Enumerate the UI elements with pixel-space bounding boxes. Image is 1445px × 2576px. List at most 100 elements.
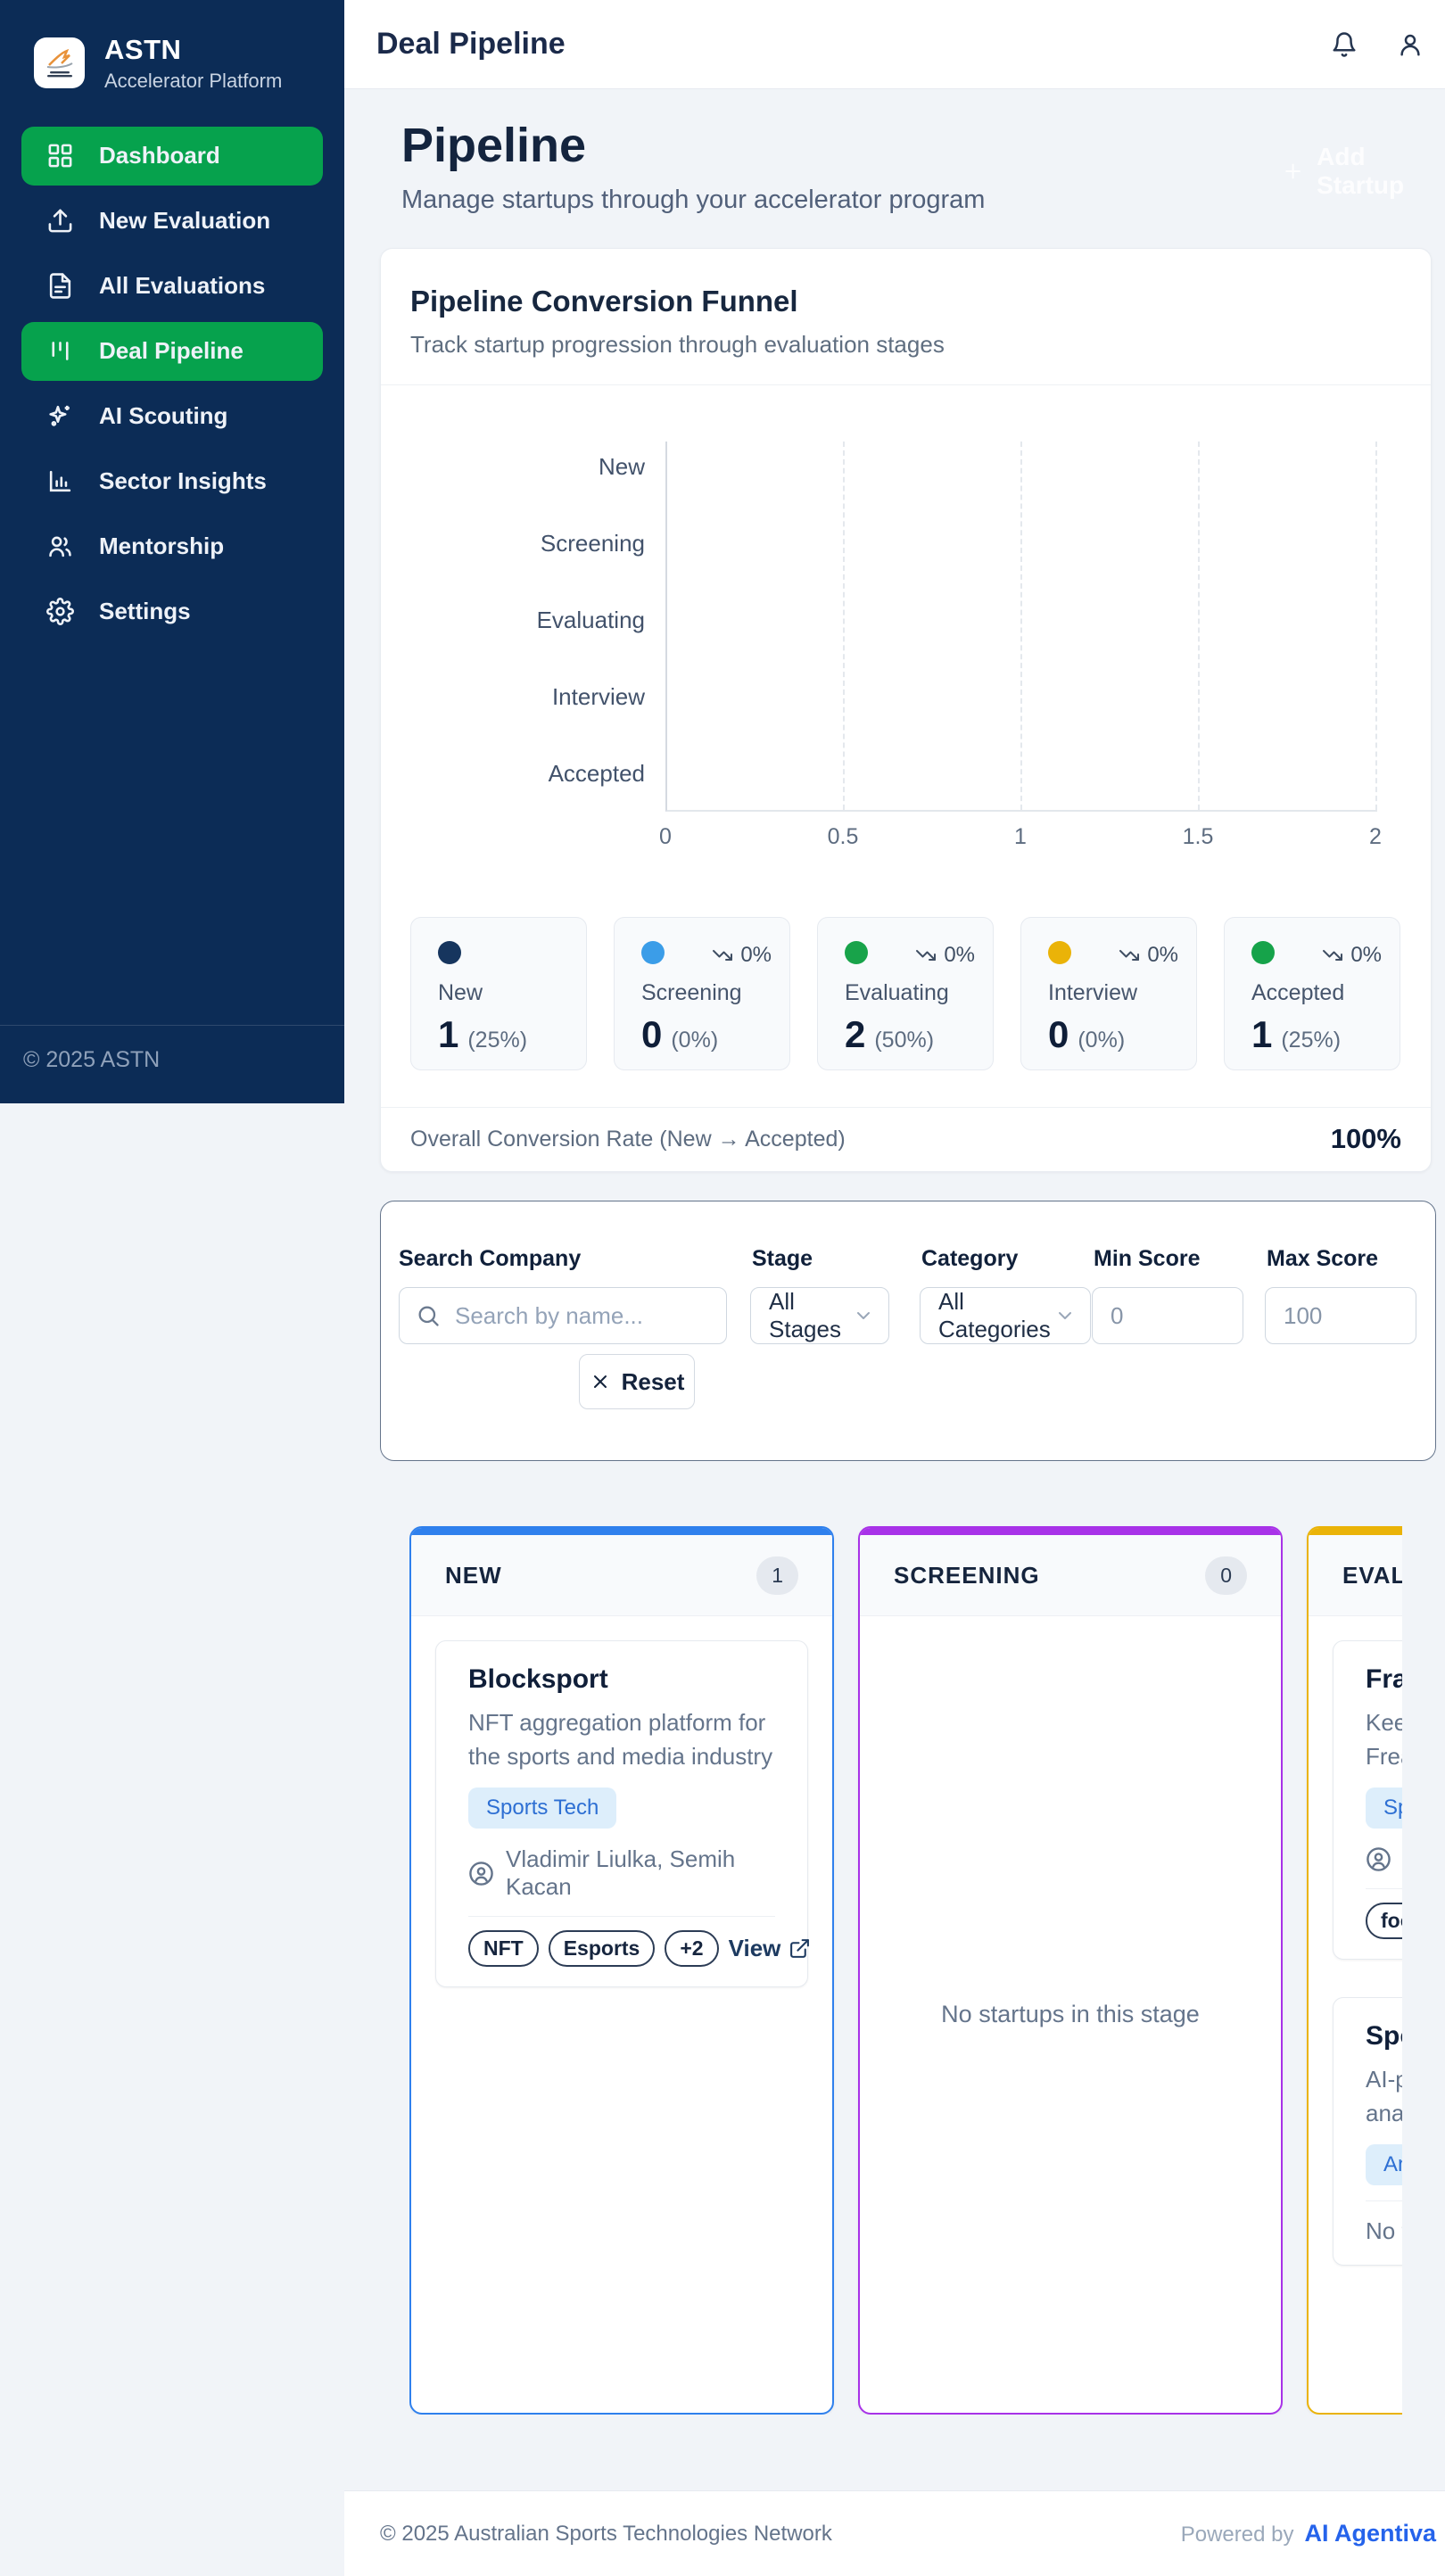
stage-color-dot <box>641 941 665 964</box>
kanban-column-screening: SCREENING 0 No startups in this stage <box>858 1526 1283 2415</box>
stage-select[interactable]: All Stages <box>750 1287 889 1344</box>
sidebar-item-settings[interactable]: Settings <box>21 582 323 641</box>
trending-down-icon <box>1119 945 1140 966</box>
category-select[interactable]: All Categories <box>920 1287 1091 1344</box>
stage-color-dot <box>845 941 868 964</box>
category-badge: Sports Tech <box>468 1788 616 1829</box>
gridline <box>1375 442 1377 810</box>
stage-color-dot <box>1251 941 1275 964</box>
sidebar-item-all-evaluations[interactable]: All Evaluations <box>21 257 323 316</box>
sidebar-item-label: AI Scouting <box>99 402 227 430</box>
user-icon[interactable] <box>1397 31 1424 58</box>
header-title: Deal Pipeline <box>376 27 566 62</box>
search-company-field <box>399 1287 727 1344</box>
startup-card-blocksport[interactable]: Blocksport NFT aggregation platform for … <box>435 1640 808 1987</box>
stat-percent: (25%) <box>1281 1028 1341 1053</box>
min-score-field <box>1092 1287 1243 1344</box>
stage-stats-row: New 1(25%) 0% Screening 0(0%) 0% Evaluat… <box>410 917 1400 1070</box>
max-score-label: Max Score <box>1267 1246 1378 1272</box>
plus-icon <box>1282 159 1304 184</box>
brand-tagline: Accelerator Platform <box>104 70 282 93</box>
no-tags-text: No ta <box>1366 2217 1402 2245</box>
add-startup-label: Add Startup <box>1317 143 1445 200</box>
search-input[interactable] <box>400 1288 726 1343</box>
footer-copyright: © 2025 Australian Sports Technologies Ne… <box>380 2522 832 2547</box>
x-axis-tick: 2 <box>1340 824 1411 850</box>
sidebar-item-label: Settings <box>99 598 191 625</box>
y-axis-label: Evaluating <box>381 607 645 634</box>
overall-conversion-value: 100% <box>1331 1123 1401 1155</box>
trend-indicator: 0% <box>712 943 772 968</box>
startup-card[interactable]: Spo AI-panal Ana No ta <box>1333 1997 1402 2266</box>
sidebar-item-sector-insights[interactable]: Sector Insights <box>21 452 323 511</box>
sidebar-copyright: © 2025 ASTN <box>0 1025 344 1103</box>
sidebar-item-label: Dashboard <box>99 142 220 169</box>
sidebar-item-new-evaluation[interactable]: New Evaluation <box>21 192 323 251</box>
min-score-input[interactable] <box>1093 1288 1243 1343</box>
bar-chart-icon <box>46 467 74 495</box>
stat-label: Interview <box>1048 980 1173 1006</box>
y-axis-label: Accepted <box>381 760 645 788</box>
users-icon <box>46 533 74 560</box>
stat-card-accepted: 0% Accepted 1(25%) <box>1224 917 1400 1070</box>
view-startup-link[interactable]: View <box>729 1935 812 1962</box>
min-score-label: Min Score <box>1094 1246 1200 1272</box>
sidebar-item-ai-scouting[interactable]: AI Scouting <box>21 387 323 446</box>
gridline <box>1020 442 1022 810</box>
startup-card[interactable]: Fran KeepFrea Spo M foo <box>1333 1640 1402 1960</box>
search-company-label: Search Company <box>399 1246 581 1272</box>
funnel-subtitle: Track startup progression through evalua… <box>410 331 945 359</box>
stat-count: 1 <box>1251 1013 1272 1056</box>
sidebar-item-label: Mentorship <box>99 533 224 560</box>
startup-name: Spo <box>1366 2021 1402 2052</box>
filters-card: Search Company Stage Category Min Score … <box>380 1201 1436 1461</box>
search-icon <box>416 1303 441 1328</box>
stat-label: Evaluating <box>845 980 970 1006</box>
reset-label: Reset <box>622 1368 685 1396</box>
max-score-input[interactable] <box>1266 1288 1416 1343</box>
astn-logo-image <box>40 44 79 83</box>
tag-pill: NFT <box>468 1930 539 1967</box>
reset-button[interactable]: Reset <box>579 1354 695 1409</box>
trend-indicator: 0% <box>1119 943 1178 968</box>
upload-icon <box>46 207 74 235</box>
category-label: Category <box>921 1246 1018 1272</box>
brand: ASTN Accelerator Platform <box>0 0 344 93</box>
column-accent-bar <box>860 1528 1281 1535</box>
stat-card-screening: 0% Screening 0(0%) <box>614 917 790 1070</box>
gear-icon <box>46 598 74 625</box>
stat-percent: (50%) <box>874 1028 934 1053</box>
bell-icon[interactable] <box>1331 31 1358 58</box>
gridline <box>1198 442 1200 810</box>
column-header: NEW 1 <box>411 1535 832 1616</box>
overall-conversion-row: Overall Conversion Rate (New → Accepted)… <box>410 1107 1401 1171</box>
sidebar-item-deal-pipeline[interactable]: Deal Pipeline <box>21 322 323 381</box>
add-startup-button[interactable]: Add Startup <box>1282 148 1445 194</box>
x-axis-tick: 0.5 <box>807 824 879 850</box>
sidebar-item-label: Sector Insights <box>99 467 267 495</box>
close-icon <box>590 1371 611 1392</box>
sidebar-item-mentorship[interactable]: Mentorship <box>21 517 323 576</box>
stage-color-dot <box>438 941 461 964</box>
astn-logo <box>34 37 85 88</box>
chevron-down-icon <box>853 1305 874 1326</box>
divider <box>1366 1888 1402 1889</box>
category-badge: Ana <box>1366 2144 1402 2185</box>
funnel-title: Pipeline Conversion Funnel <box>410 285 798 318</box>
sidebar-nav: Dashboard New Evaluation All Evaluations… <box>0 127 344 641</box>
divider <box>381 384 1431 385</box>
trend-indicator: 0% <box>915 943 975 968</box>
stat-card-new: New 1(25%) <box>410 917 587 1070</box>
stage-color-dot <box>1048 941 1071 964</box>
sidebar-item-dashboard[interactable]: Dashboard <box>21 127 323 186</box>
gridline <box>843 442 845 810</box>
kanban-icon <box>46 337 74 365</box>
stat-count: 1 <box>438 1013 458 1056</box>
kanban-column-evaluating: EVALUAT Fran KeepFrea Spo M foo <box>1307 1526 1402 2415</box>
column-header: EVALUAT <box>1309 1535 1402 1616</box>
ai-agentiva-link[interactable]: AI Agentiva <box>1304 2520 1436 2547</box>
column-header: SCREENING 0 <box>860 1535 1281 1616</box>
x-axis-tick: 1 <box>985 824 1056 850</box>
founders-names: Vladimir Liulka, Semih Kacan <box>506 1845 775 1901</box>
top-header: Deal Pipeline <box>344 0 1445 89</box>
